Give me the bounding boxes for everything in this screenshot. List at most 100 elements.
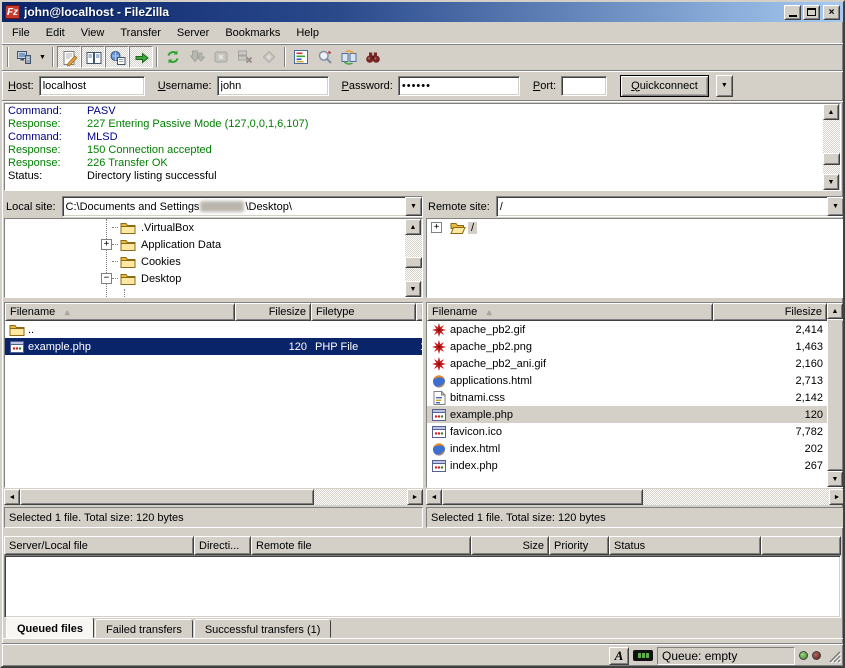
quickconnect-button[interactable]: Quickconnect: [620, 75, 709, 97]
file-row-example-php[interactable]: example.php 120 PHP File 1: [5, 338, 422, 355]
site-manager-button[interactable]: [12, 46, 36, 68]
scroll-up-icon[interactable]: ▲: [823, 104, 839, 120]
menu-view[interactable]: View: [73, 24, 113, 42]
reconnect-button[interactable]: [257, 46, 281, 68]
close-button[interactable]: ×: [823, 5, 840, 20]
username-input[interactable]: [217, 76, 329, 96]
menu-edit[interactable]: Edit: [38, 24, 73, 42]
file-row[interactable]: bitnami.css 2,142: [427, 389, 827, 406]
php-file-icon: [431, 407, 447, 423]
column-header-modified[interactable]: L: [416, 303, 422, 321]
tab-queued-files[interactable]: Queued files: [6, 617, 94, 638]
cancel-operation-button[interactable]: [209, 46, 233, 68]
speed-limit-icon[interactable]: [633, 650, 653, 661]
file-row[interactable]: index.php 267: [427, 457, 827, 474]
file-row-selected[interactable]: example.php 120: [427, 406, 827, 423]
column-header-direction[interactable]: Directi...: [194, 536, 251, 555]
chevron-down-icon: ▼: [410, 203, 417, 210]
file-row[interactable]: apache_pb2.gif 2,414: [427, 321, 827, 338]
resize-grip[interactable]: [827, 649, 841, 663]
log-scrollbar[interactable]: ▲ ▼: [823, 104, 840, 190]
directory-tree-icon: [110, 50, 126, 66]
expand-plus-icon[interactable]: +: [431, 222, 442, 233]
directory-comparison-button[interactable]: [313, 46, 337, 68]
scrollbar-thumb[interactable]: [827, 319, 844, 471]
file-row[interactable]: index.html 202: [427, 440, 827, 457]
remote-site-combo[interactable]: / ▼: [496, 196, 845, 217]
scrollbar-thumb[interactable]: [823, 153, 840, 165]
message-log-toggle-button[interactable]: [57, 46, 81, 68]
scroll-down-icon[interactable]: ▼: [827, 471, 843, 487]
scroll-down-icon[interactable]: ▼: [823, 174, 839, 190]
password-input[interactable]: [398, 76, 520, 96]
local-remote-panes-toggle-button[interactable]: [81, 46, 105, 68]
refresh-button[interactable]: [161, 46, 185, 68]
menu-transfer[interactable]: Transfer: [112, 24, 169, 42]
column-header-filesize[interactable]: Filesize: [713, 303, 827, 321]
menu-file[interactable]: File: [4, 24, 38, 42]
column-header-filetype[interactable]: Filetype: [311, 303, 416, 321]
process-queue-button[interactable]: [185, 46, 209, 68]
remote-site-dropdown[interactable]: ▼: [827, 197, 844, 216]
column-header-filesize[interactable]: Filesize: [235, 303, 311, 321]
scroll-left-icon[interactable]: ◄: [4, 489, 20, 505]
menu-bookmarks[interactable]: Bookmarks: [217, 24, 288, 42]
tree-item-application-data[interactable]: + Application Data: [5, 236, 405, 253]
column-header-filename[interactable]: Filename▲: [427, 303, 713, 321]
file-row[interactable]: favicon.ico 7,782: [427, 423, 827, 440]
scroll-right-icon[interactable]: ►: [407, 489, 423, 505]
file-row[interactable]: apache_pb2_ani.gif 2,160: [427, 355, 827, 372]
disconnect-button[interactable]: [233, 46, 257, 68]
local-site-dropdown[interactable]: ▼: [405, 197, 422, 216]
title-bar[interactable]: Fz john@localhost - FileZilla ×: [2, 2, 843, 22]
local-list-header: Filename▲ Filesize Filetype L: [5, 303, 422, 321]
menu-help[interactable]: Help: [288, 24, 327, 42]
site-manager-dropdown[interactable]: ▼: [36, 46, 49, 68]
transfer-queue-toggle-button[interactable]: [129, 46, 153, 68]
scroll-up-icon[interactable]: ▲: [405, 219, 421, 235]
scroll-down-icon[interactable]: ▼: [405, 281, 421, 297]
file-row[interactable]: applications.html 2,713: [427, 372, 827, 389]
scroll-up-icon[interactable]: ▲: [827, 303, 843, 319]
tree-item-desktop[interactable]: − Desktop: [5, 270, 405, 287]
synchronized-browsing-button[interactable]: [337, 46, 361, 68]
menu-server[interactable]: Server: [169, 24, 217, 42]
local-site-combo[interactable]: C:\Documents and Settings\Desktop\ ▼: [62, 196, 423, 217]
port-input[interactable]: [561, 76, 607, 96]
scrollbar-thumb[interactable]: [442, 489, 643, 505]
column-header-priority[interactable]: Priority: [549, 536, 609, 555]
tree-item-cookies[interactable]: Cookies: [5, 253, 405, 270]
column-header-status[interactable]: Status: [609, 536, 761, 555]
maximize-button[interactable]: [803, 5, 820, 20]
scrollbar-thumb[interactable]: [405, 257, 422, 268]
minimize-button[interactable]: [784, 5, 801, 20]
column-header-filename[interactable]: Filename▲: [5, 303, 235, 321]
tree-item-virtualbox[interactable]: .VirtualBox: [5, 219, 405, 236]
local-list-hscrollbar[interactable]: ◄ ►: [4, 489, 423, 505]
host-input[interactable]: [39, 76, 145, 96]
file-row-parent-dir[interactable]: ..: [5, 321, 422, 338]
collapse-minus-icon[interactable]: −: [101, 273, 112, 284]
expand-plus-icon[interactable]: +: [101, 239, 112, 250]
tab-failed-transfers[interactable]: Failed transfers: [95, 619, 193, 638]
scroll-left-icon[interactable]: ◄: [426, 489, 442, 505]
data-type-indicator[interactable]: A: [609, 647, 629, 665]
message-log: Command:PASV Response:227 Entering Passi…: [4, 103, 841, 191]
column-header-server-local-file[interactable]: Server/Local file: [4, 536, 194, 555]
scroll-right-icon[interactable]: ►: [829, 489, 845, 505]
quickconnect-dropdown[interactable]: ▼: [716, 75, 733, 97]
remote-list-scrollbar[interactable]: ▲ ▼: [827, 303, 844, 487]
file-row[interactable]: apache_pb2.png 1,463: [427, 338, 827, 355]
find-files-button[interactable]: [361, 46, 385, 68]
column-header-remote-file[interactable]: Remote file: [251, 536, 471, 555]
local-tree-scrollbar[interactable]: ▲ ▼: [405, 219, 422, 297]
directory-tree-toggle-button[interactable]: [105, 46, 129, 68]
username-label: Username:: [158, 80, 212, 92]
tab-successful-transfers[interactable]: Successful transfers (1): [194, 619, 332, 638]
directory-listing-filters-button[interactable]: [289, 46, 313, 68]
remote-list-hscrollbar[interactable]: ◄ ►: [426, 489, 845, 505]
tree-item-root[interactable]: + /: [427, 219, 844, 236]
scrollbar-thumb[interactable]: [20, 489, 314, 505]
folder-icon: [9, 322, 25, 338]
column-header-size[interactable]: Size: [471, 536, 549, 555]
